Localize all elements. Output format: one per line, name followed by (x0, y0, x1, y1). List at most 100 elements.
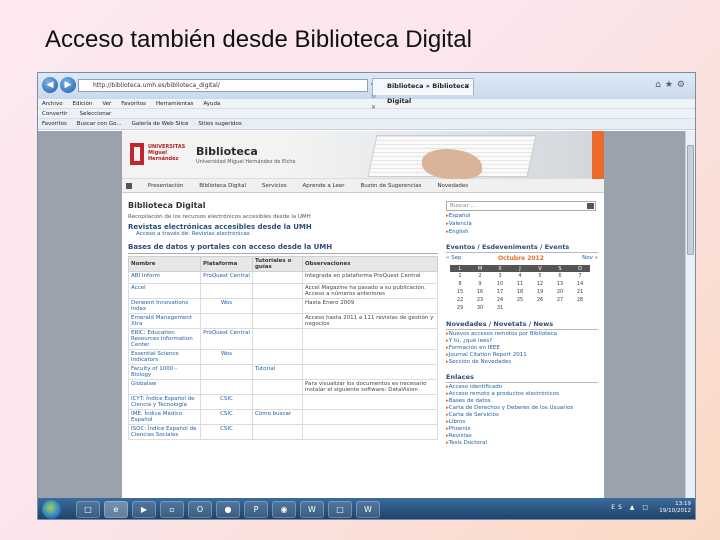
calendar-day[interactable]: 19 (530, 288, 550, 296)
calendar-prev[interactable]: « Sep (446, 255, 461, 261)
media-player-icon[interactable]: ▶ (132, 501, 156, 518)
db-name-link[interactable]: Emerald Management Xtra (128, 313, 201, 329)
lang-valencia[interactable]: Valencià (446, 221, 598, 227)
menu-edicion[interactable]: Edición (72, 101, 92, 107)
db-tutorial-link[interactable]: Cómo buscar (252, 409, 303, 425)
calendar-day[interactable]: 26 (530, 296, 550, 304)
db-name-link[interactable]: ISOC: Índice Español de Ciencias Sociale… (128, 424, 201, 440)
nav-novedades[interactable]: Novedades (437, 183, 468, 189)
link-item[interactable]: Tesis Doctoral (446, 440, 598, 446)
calendar-day[interactable]: 4 (510, 272, 530, 280)
calendar-next[interactable]: Nov » (582, 255, 598, 261)
calendar-day[interactable]: 9 (470, 280, 490, 288)
vertical-scrollbar[interactable] (685, 131, 695, 498)
site-name[interactable]: Biblioteca (196, 145, 258, 158)
address-bar[interactable]: http://biblioteca.umh.es/biblioteca_digi… (78, 79, 376, 111)
db-name-link[interactable]: ABI Inform (128, 271, 201, 284)
calendar-day[interactable]: 2 (470, 272, 490, 280)
menu-archivo[interactable]: Archivo (42, 101, 63, 107)
nav-presentacion[interactable]: Presentación (148, 183, 183, 189)
calendar-day[interactable]: 7 (570, 272, 590, 280)
calendar-day[interactable]: 31 (490, 304, 510, 312)
lang-english[interactable]: English (446, 229, 598, 235)
fav-link-buscar[interactable]: Buscar con Go... (77, 121, 122, 127)
db-name-link[interactable]: IME: Índice Médico Español (128, 409, 201, 425)
app-icon[interactable]: □ (328, 501, 352, 518)
link-item[interactable]: Carta de Servicios (446, 412, 598, 418)
calendar-day[interactable]: 24 (490, 296, 510, 304)
calendar-day[interactable]: 20 (550, 288, 570, 296)
calendar-day[interactable]: 16 (470, 288, 490, 296)
calendar-day[interactable]: 3 (490, 272, 510, 280)
folder-icon[interactable]: ▫ (160, 501, 184, 518)
calendar-day[interactable]: 5 (530, 272, 550, 280)
db-name-link[interactable]: Derwent Innovations Index (128, 298, 201, 314)
calendar-day[interactable]: 25 (510, 296, 530, 304)
link-item[interactable]: Acceso identificado (446, 384, 598, 390)
calendar-day[interactable]: 28 (570, 296, 590, 304)
chrome-icon[interactable]: ◉ (272, 501, 296, 518)
link-item[interactable]: Bases de datos (446, 398, 598, 404)
search-input[interactable]: Buscar ... (446, 201, 596, 211)
tab-close-icon[interactable]: ✕ (465, 79, 470, 94)
clock[interactable]: 13:19 19/10/2012 (659, 501, 691, 515)
calendar-day[interactable]: 13 (550, 280, 570, 288)
toolbar-icons[interactable]: ⌂★⚙ (655, 80, 689, 90)
calendar-day[interactable]: 22 (450, 296, 470, 304)
nav-aprende[interactable]: Aprende a Leer (303, 183, 345, 189)
news-item[interactable]: Formación en IEEE (446, 345, 598, 351)
seleccionar-button[interactable]: Seleccionar (79, 111, 111, 117)
menu-favoritos[interactable]: Favoritos (121, 101, 146, 107)
scroll-thumb[interactable] (687, 145, 694, 255)
calendar-day[interactable]: 21 (570, 288, 590, 296)
link-item[interactable]: Phoenix (446, 426, 598, 432)
favorites-button[interactable]: Favoritos (42, 121, 67, 127)
nav-servicios[interactable]: Servicios (262, 183, 287, 189)
news-item[interactable]: Nuevos accesos remotos por Biblioteca (446, 331, 598, 337)
calendar-day[interactable]: 10 (490, 280, 510, 288)
convertir-button[interactable]: Convertir (42, 111, 68, 117)
start-button[interactable] (42, 500, 61, 519)
explorer-icon[interactable]: □ (76, 501, 100, 518)
search-icon[interactable] (587, 203, 594, 209)
news-item[interactable]: Sección de Novedades (446, 359, 598, 365)
fav-link-webslice[interactable]: Galería de Web Slice (132, 121, 189, 127)
calendar-day[interactable]: 30 (470, 304, 490, 312)
powerpoint-icon[interactable]: P (244, 501, 268, 518)
firefox-icon[interactable]: ● (216, 501, 240, 518)
calendar-day[interactable]: 15 (450, 288, 470, 296)
db-name-link[interactable]: Faculty of 1000 - Biology (128, 364, 201, 380)
word-icon[interactable]: W (300, 501, 324, 518)
calendar-day[interactable]: 8 (450, 280, 470, 288)
lang-espanol[interactable]: Español (446, 213, 598, 219)
db-name-link[interactable]: Essential Science Indicators (128, 349, 201, 365)
nav-buzon[interactable]: Buzón de Sugerencias (360, 183, 421, 189)
forward-icon[interactable]: ▶ (60, 77, 76, 93)
tray-icons[interactable]: ES ▲ □ (611, 504, 651, 511)
calendar-day[interactable]: 17 (490, 288, 510, 296)
home-icon[interactable] (126, 182, 132, 189)
journals-link[interactable]: Acceso a través de: Revistas electrónica… (136, 231, 438, 237)
fav-link-sugeridos[interactable]: Sitios sugeridos (198, 121, 241, 127)
news-item[interactable]: Journal Citation Report 2011 (446, 352, 598, 358)
calendar-day[interactable]: 29 (450, 304, 470, 312)
link-item[interactable]: Acceso remoto a productos electrónicos (446, 391, 598, 397)
news-item[interactable]: Y tú, ¿qué lees? (446, 338, 598, 344)
calendar-day[interactable]: 1 (450, 272, 470, 280)
calendar-day[interactable]: 18 (510, 288, 530, 296)
nav-biblioteca-digital[interactable]: Biblioteca Digital (199, 183, 246, 189)
link-item[interactable]: Revistas (446, 433, 598, 439)
calendar-day[interactable]: 6 (550, 272, 570, 280)
calendar-day[interactable]: 27 (550, 296, 570, 304)
browser-tab[interactable]: Biblioteca » Biblioteca Digital ✕ (372, 78, 474, 105)
menu-ayuda[interactable]: Ayuda (203, 101, 220, 107)
db-name-link[interactable]: Accel (128, 283, 201, 299)
calendar-day[interactable]: 14 (570, 280, 590, 288)
db-name-link[interactable]: ICYT: Índice Español de Ciencia y Tecnol… (128, 394, 201, 410)
db-name-link[interactable]: Globalaw (128, 379, 201, 395)
link-item[interactable]: Libros (446, 419, 598, 425)
internet-explorer-icon[interactable]: e (104, 501, 128, 518)
menu-herramientas[interactable]: Herramientas (156, 101, 193, 107)
db-tutorial-link[interactable]: Tutorial (252, 364, 303, 380)
calendar-day[interactable]: 23 (470, 296, 490, 304)
